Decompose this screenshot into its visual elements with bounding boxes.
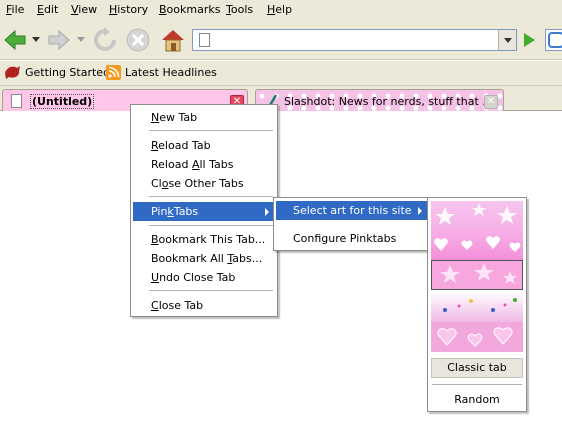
bookmarks-toolbar: Getting Started Latest Headlines — [0, 61, 562, 86]
menu-item-configure-pinktabs[interactable]: Configure Pinktabs — [276, 229, 427, 248]
rss-feed-icon — [106, 65, 121, 80]
pinktabs-submenu: Select art for this site Configure Pinkt… — [273, 197, 430, 251]
submenu-arrow-icon — [418, 207, 422, 215]
page-icon — [11, 94, 22, 108]
tab-context-menu: New Tab Reload Tab Reload All Tabs Close… — [130, 104, 278, 317]
menu-item-close-other-tabs[interactable]: Close Other Tabs — [133, 174, 275, 193]
home-icon[interactable] — [160, 27, 186, 53]
menu-separator — [432, 384, 522, 385]
submenu-arrow-icon — [265, 208, 269, 216]
reload-icon[interactable] — [92, 27, 118, 53]
tab-close-icon[interactable]: ✕ — [484, 95, 498, 109]
menu-item-reload-tab[interactable]: Reload Tab — [133, 136, 275, 155]
art-swatch-hearts-big[interactable] — [431, 322, 523, 352]
menu-item-reload-all-tabs[interactable]: Reload All Tabs — [133, 155, 275, 174]
menu-item-bookmark-all-tabs[interactable]: Bookmark All Tabs... — [133, 249, 275, 268]
menu-item-bookmark-this-tab[interactable]: Bookmark This Tab... — [133, 230, 275, 249]
menu-file[interactable]: File — [6, 3, 24, 16]
forward-dropdown-icon[interactable] — [77, 37, 85, 43]
art-selection-submenu: Classic tab Random — [427, 197, 527, 412]
back-arrow-icon[interactable] — [2, 27, 28, 53]
menu-separator — [149, 290, 273, 291]
menu-help[interactable]: Help — [267, 3, 292, 16]
menu-item-close-tab[interactable]: Close Tab — [133, 296, 275, 315]
url-dropdown-button[interactable] — [498, 30, 516, 50]
page-icon — [199, 33, 210, 47]
menu-separator — [149, 130, 273, 131]
menu-tools[interactable]: Tools — [226, 3, 253, 16]
search-box[interactable] — [545, 29, 562, 51]
menu-item-pinktabs[interactable]: PinkTabs — [133, 202, 275, 221]
tab-slashdot[interactable]: Slashdot: News for nerds, stuff that … ✕ — [255, 89, 504, 111]
menu-item-classic-tab[interactable]: Classic tab — [431, 358, 523, 378]
art-swatch-stars-light[interactable] — [431, 201, 523, 231]
menu-item-random[interactable]: Random — [430, 390, 524, 409]
url-bar[interactable] — [192, 29, 517, 51]
menu-edit[interactable]: Edit — [37, 3, 58, 16]
menu-separator — [149, 196, 273, 197]
menu-view[interactable]: View — [71, 3, 97, 16]
art-swatch-sparkles[interactable] — [431, 292, 523, 322]
art-swatch-stars-selected[interactable] — [431, 260, 523, 290]
bookmark-getting-started[interactable]: Getting Started — [4, 66, 110, 79]
menu-bookmarks[interactable]: Bookmarks — [159, 3, 220, 16]
menu-item-select-art[interactable]: Select art for this site — [276, 201, 427, 220]
tab-strip: (Untitled) ✕ Slashdot: News for nerds, s… — [0, 86, 562, 111]
search-engine-icon[interactable] — [548, 32, 562, 48]
bookmark-latest-headlines[interactable]: Latest Headlines — [106, 65, 217, 80]
menu-separator — [149, 225, 273, 226]
menu-item-undo-close-tab[interactable]: Undo Close Tab — [133, 268, 275, 287]
menu-history[interactable]: History — [109, 3, 148, 16]
stop-icon[interactable] — [125, 27, 151, 53]
forward-arrow-icon[interactable] — [46, 27, 72, 53]
red-bird-icon — [5, 66, 20, 79]
art-swatch-hearts[interactable] — [431, 230, 523, 260]
back-dropdown-icon[interactable] — [32, 37, 40, 43]
menu-item-new-tab[interactable]: New Tab — [133, 108, 275, 127]
menu-bar: File Edit View History Bookmarks Tools H… — [0, 0, 562, 21]
go-arrow-icon[interactable] — [520, 31, 538, 49]
